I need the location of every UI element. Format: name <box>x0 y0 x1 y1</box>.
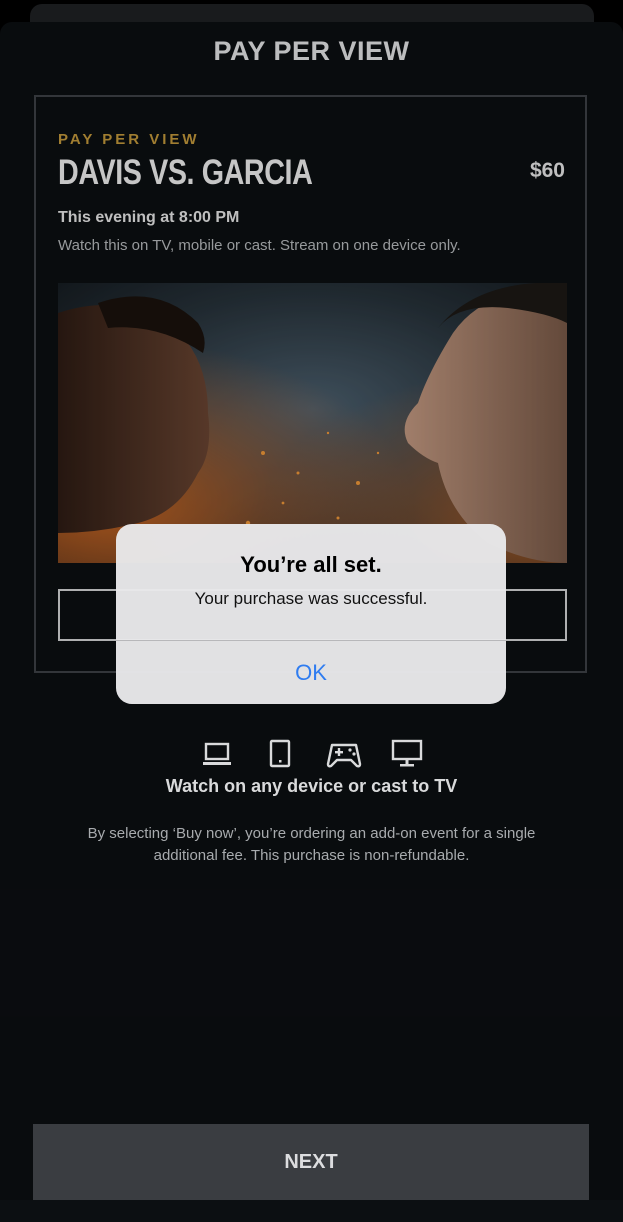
event-time: This evening at 8:00 PM <box>58 209 240 226</box>
laptop-icon <box>203 742 231 765</box>
event-poster-image <box>58 283 567 563</box>
page-title: PAY PER VIEW <box>213 36 410 66</box>
devices-caption: Watch on any device or cast to TV <box>165 776 458 796</box>
event-description: Watch this on TV, mobile or cast. Stream… <box>58 237 461 254</box>
alert-title: You’re all set. <box>240 552 382 577</box>
event-title: DAVIS VS. GARCIA <box>58 153 313 192</box>
tv-icon <box>391 739 423 767</box>
purchase-disclaimer: By selecting ‘Buy now’, you’re ordering … <box>87 825 536 864</box>
purchase-success-alert: You’re all set. Your purchase was succes… <box>116 524 506 704</box>
next-button[interactable]: NEXT <box>33 1124 589 1200</box>
phone-icon <box>269 739 291 768</box>
event-price: $60 <box>529 159 565 182</box>
alert-message: Your purchase was successful. <box>194 589 428 608</box>
gamepad-icon <box>326 743 362 768</box>
ok-button[interactable]: OK <box>116 641 506 704</box>
event-eyebrow: PAY PER VIEW <box>58 131 200 148</box>
device-icons <box>0 738 623 770</box>
